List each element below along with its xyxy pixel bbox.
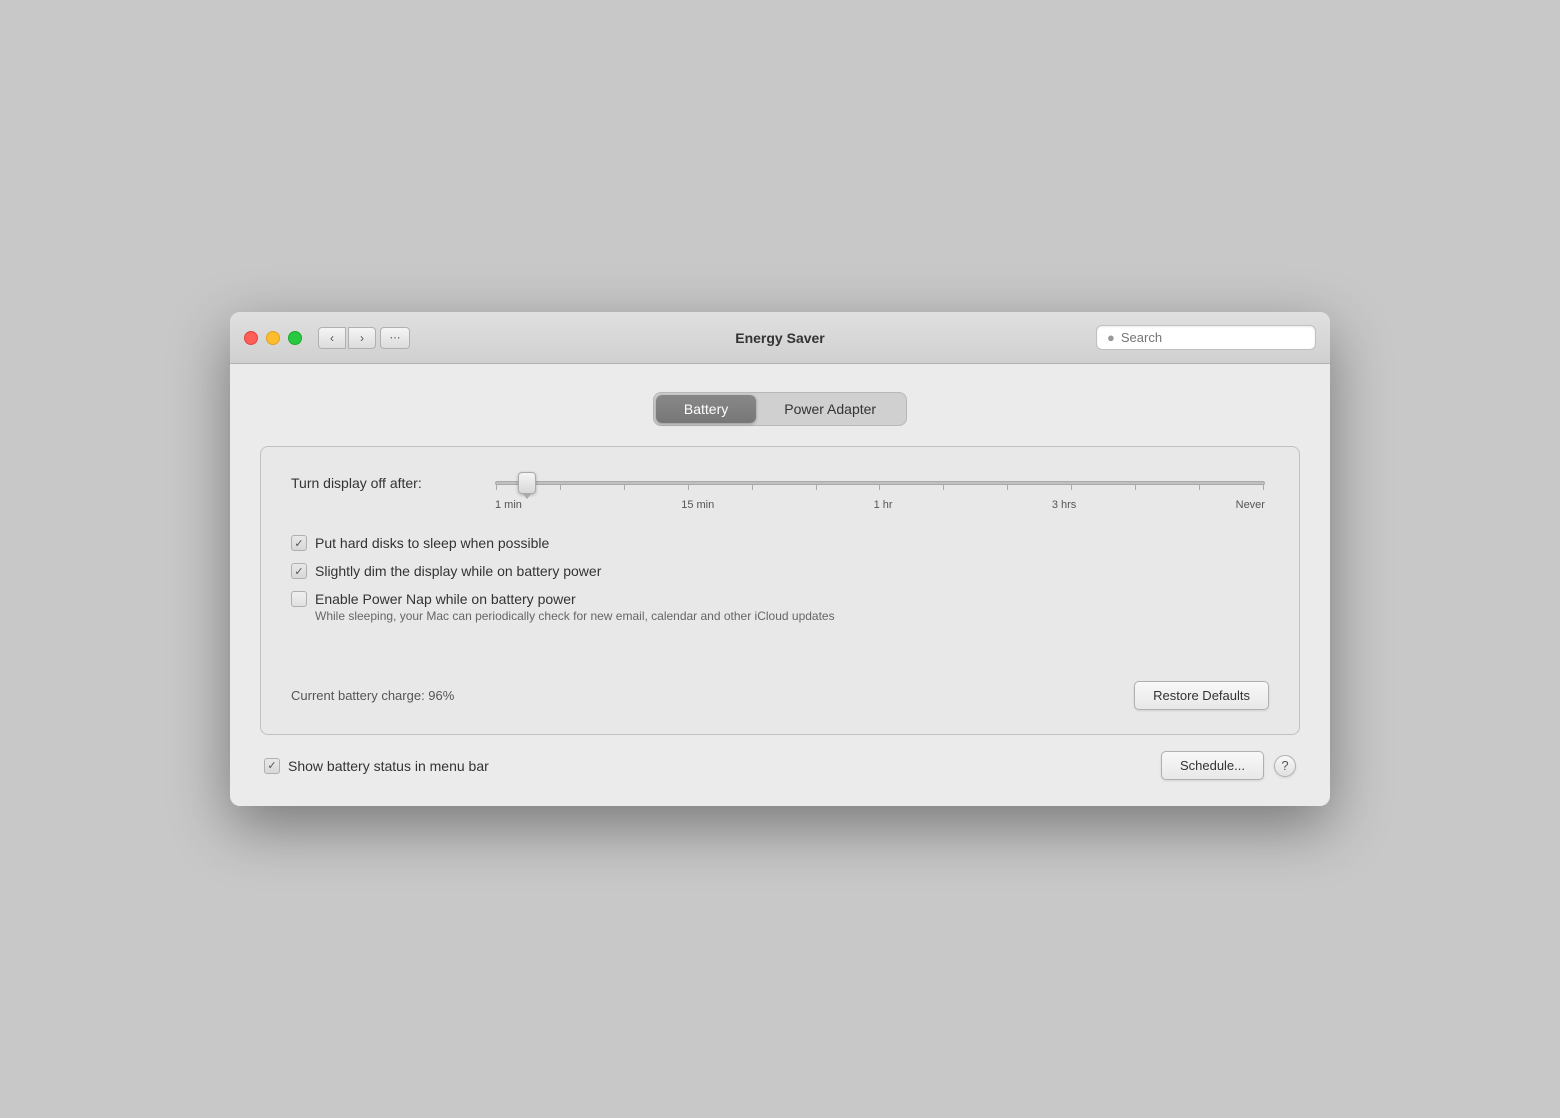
slider-tick-marks	[496, 484, 1264, 490]
search-box[interactable]: ●	[1096, 325, 1316, 350]
tick-4	[688, 484, 689, 490]
slider-labels: 1 min 15 min 1 hr 3 hrs Never	[495, 499, 1265, 511]
minimize-button[interactable]	[266, 331, 280, 345]
checkbox-row-dim-display: ✓ Slightly dim the display while on batt…	[291, 563, 1269, 579]
checkbox-hard-disks-box[interactable]: ✓	[291, 535, 307, 551]
help-button[interactable]: ?	[1274, 755, 1296, 777]
slider-label-1min: 1 min	[495, 499, 522, 511]
tabs-container: Battery Power Adapter	[260, 392, 1300, 426]
back-button[interactable]: ‹	[318, 327, 346, 349]
battery-charge-label: Current battery charge: 96%	[291, 688, 454, 703]
tick-5	[752, 484, 753, 490]
window: ‹ › ⋯ Energy Saver ● Battery Power Adapt…	[230, 312, 1330, 806]
checkbox-row-hard-disks: ✓ Put hard disks to sleep when possible	[291, 535, 1269, 551]
show-battery-label: Show battery status in menu bar	[288, 758, 489, 774]
fullscreen-button[interactable]	[288, 331, 302, 345]
tick-13	[1263, 484, 1264, 490]
search-icon: ●	[1107, 330, 1115, 345]
checkbox-power-nap-sublabel: While sleeping, your Mac can periodicall…	[315, 609, 835, 623]
checkbox-power-nap[interactable]: Enable Power Nap while on battery power	[291, 591, 576, 607]
footer-right: Schedule... ?	[1161, 751, 1296, 780]
window-title: Energy Saver	[735, 330, 825, 346]
tick-7	[879, 484, 880, 490]
footer-row: ✓ Show battery status in menu bar Schedu…	[260, 751, 1300, 780]
restore-defaults-button[interactable]: Restore Defaults	[1134, 681, 1269, 710]
panel: Turn display off after:	[260, 446, 1300, 735]
checkbox-row-power-nap: Enable Power Nap while on battery power …	[291, 591, 1269, 627]
checkbox-dim-display-label: Slightly dim the display while on batter…	[315, 563, 601, 579]
checkbox-power-nap-label: Enable Power Nap while on battery power	[315, 591, 576, 607]
checkbox-dim-display-box[interactable]: ✓	[291, 563, 307, 579]
slider-thumb[interactable]	[518, 472, 536, 494]
tick-2	[560, 484, 561, 490]
slider-label-3hrs: 3 hrs	[1052, 499, 1076, 511]
checkbox-hard-disks[interactable]: ✓ Put hard disks to sleep when possible	[291, 535, 549, 551]
checkbox-dim-display[interactable]: ✓ Slightly dim the display while on batt…	[291, 563, 601, 579]
show-battery-checkbox[interactable]: ✓	[264, 758, 280, 774]
checkbox-hard-disks-label: Put hard disks to sleep when possible	[315, 535, 549, 551]
main-content: Battery Power Adapter Turn display off a…	[230, 364, 1330, 806]
checkbox-power-nap-box[interactable]	[291, 591, 307, 607]
slider-wrapper	[491, 481, 1269, 485]
slider-label-15min: 15 min	[681, 499, 714, 511]
tick-12	[1199, 484, 1200, 490]
traffic-lights	[244, 331, 302, 345]
forward-button[interactable]: ›	[348, 327, 376, 349]
titlebar: ‹ › ⋯ Energy Saver ●	[230, 312, 1330, 364]
tabs: Battery Power Adapter	[653, 392, 907, 426]
tick-3	[624, 484, 625, 490]
close-button[interactable]	[244, 331, 258, 345]
tab-power-adapter[interactable]: Power Adapter	[756, 395, 904, 423]
nav-buttons: ‹ ›	[318, 327, 376, 349]
slider-track[interactable]	[495, 481, 1265, 485]
slider-label-never: Never	[1236, 499, 1265, 511]
tick-1	[496, 484, 497, 490]
grid-button[interactable]: ⋯	[380, 327, 410, 349]
search-input[interactable]	[1121, 330, 1305, 345]
slider-row: Turn display off after:	[291, 475, 1269, 491]
tick-6	[816, 484, 817, 490]
grid-icon: ⋯	[390, 331, 401, 344]
tick-9	[1007, 484, 1008, 490]
show-battery-checkbox-wrap[interactable]: ✓ Show battery status in menu bar	[264, 758, 489, 774]
tick-8	[943, 484, 944, 490]
slider-labels-row: 1 min 15 min 1 hr 3 hrs Never	[491, 499, 1269, 511]
slider-label: Turn display off after:	[291, 475, 471, 491]
tick-10	[1071, 484, 1072, 490]
schedule-button[interactable]: Schedule...	[1161, 751, 1264, 780]
tab-battery[interactable]: Battery	[656, 395, 756, 423]
panel-bottom: Current battery charge: 96% Restore Defa…	[291, 667, 1269, 710]
tick-11	[1135, 484, 1136, 490]
slider-label-1hr: 1 hr	[874, 499, 893, 511]
